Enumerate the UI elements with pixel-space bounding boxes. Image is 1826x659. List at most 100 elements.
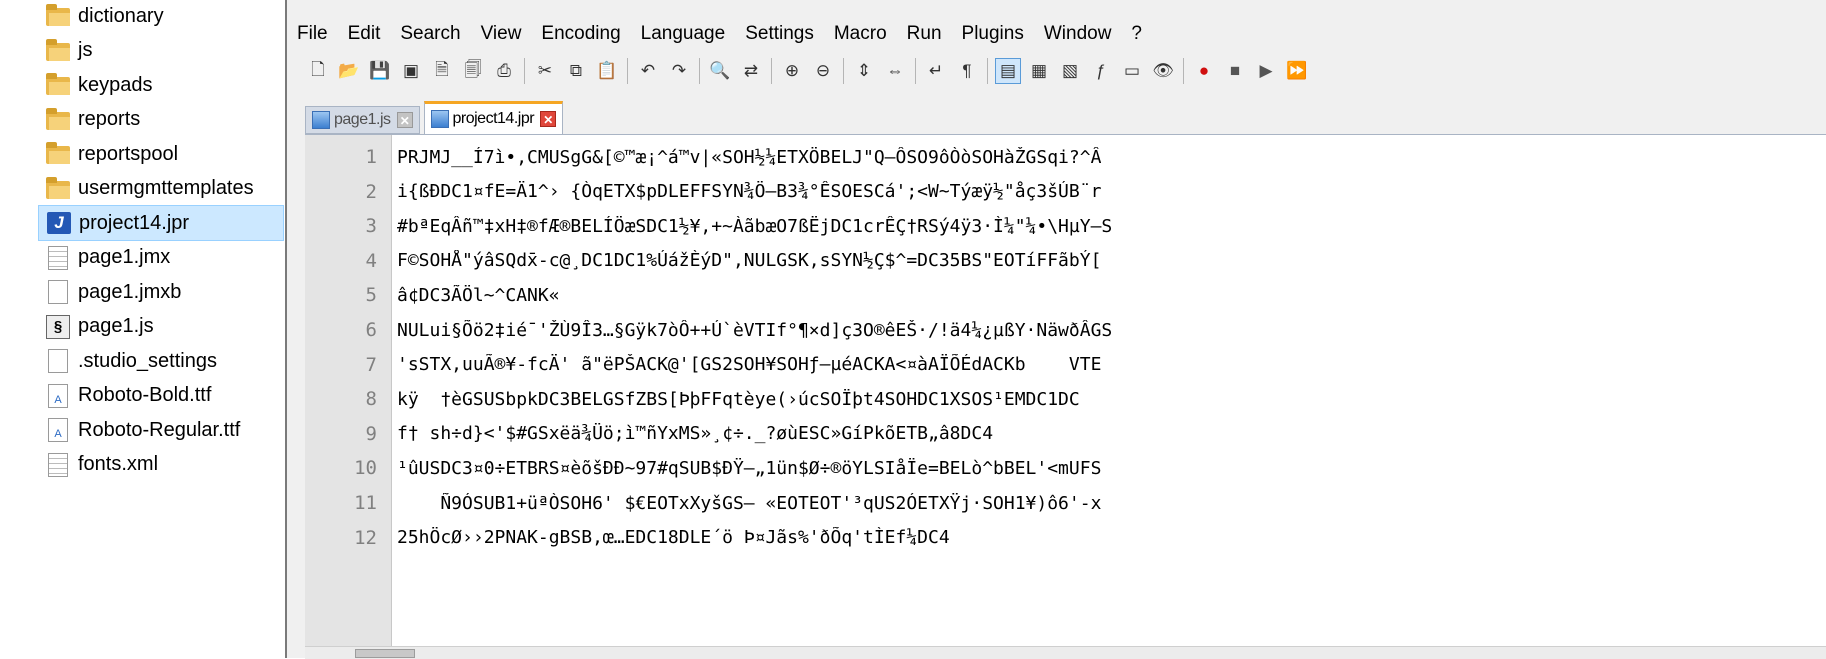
word-wrap-icon[interactable]: ↵ (923, 58, 949, 84)
play-macro-icon[interactable]: ▶ (1253, 58, 1279, 84)
open-file-icon[interactable]: 📂 (336, 58, 362, 84)
file-item[interactable]: usermgmttemplates (46, 171, 282, 207)
line-text: #bªEqÂñ™‡xH‡®fÆ®BELÍÖæSDC1½¥,+~ÀãbæO7ßËj… (397, 215, 1113, 237)
line-text: PRJMJ__Í7ì•,CMUSgG&[©™æ¡^á™v|«SOH½¼ETXÖB… (397, 146, 1102, 168)
menu-bar: File Edit Search View Encoding Language Settin… (287, 22, 1152, 46)
code-line: 1 PRJMJ__Í7ì•,CMUSgG&[©™æ¡^á™v|«SOH½¼ETXÖ… (305, 140, 1826, 174)
code-line: 7 'sSTX,uuÃ®¥-fcÄ' ã"ëPŠACK@'[GS2SOH¥SOHƒ… (305, 348, 1826, 382)
line-number: 1 (365, 146, 377, 168)
undo-icon[interactable]: ↶ (635, 58, 661, 84)
save-icon[interactable]: 💾 (367, 58, 393, 84)
file-item[interactable]: .studio_settings (46, 343, 282, 379)
tab-bar: page1.js ✕ project14.jpr ✕ (305, 100, 567, 134)
line-number: 10 (354, 457, 377, 480)
folder-icon (46, 73, 72, 97)
scrollbar-thumb[interactable] (355, 649, 415, 658)
file-item[interactable]: page1.jmx (46, 240, 282, 276)
file-label: reports (78, 108, 141, 130)
folder-icon (46, 142, 72, 166)
file-item[interactable]: A Roboto-Regular.ttf (46, 412, 282, 448)
monitor-icon[interactable]: 👁 (1150, 58, 1176, 84)
cut-icon[interactable]: ✂ (532, 58, 558, 84)
function-list-icon[interactable]: ƒ (1088, 58, 1114, 84)
show-all-chars-icon[interactable]: ¶ (954, 58, 980, 84)
menu-edit[interactable]: Edit (338, 22, 391, 46)
line-text: 25hÖcØ››2PNAK-gBSB,œ…EDC18DLE´ö Þ¤Jãs%'ð… (397, 527, 950, 549)
file-item[interactable]: keypads (46, 67, 282, 103)
line-text: i{ßÐDC1¤fE=Ä1^› {ÒqETX$pDLEFFSYN¾Ö—B3¾°Ê… (397, 181, 1102, 203)
redo-icon[interactable]: ↷ (666, 58, 692, 84)
editor-area[interactable]: 1 PRJMJ__Í7ì•,CMUSgG&[©™æ¡^á™v|«SOH½¼ETXÖ… (305, 134, 1826, 647)
toolbar-separator (915, 58, 916, 84)
horizontal-scrollbar[interactable] (305, 646, 1826, 659)
record-macro-icon[interactable]: ● (1191, 58, 1217, 84)
file-label: js (78, 39, 93, 61)
code-line: 12 25hÖcØ››2PNAK-gBSB,œ…EDC18DLE´ö Þ¤Jãs%… (305, 521, 1826, 555)
copy-icon[interactable]: ⧉ (563, 58, 589, 84)
print-icon[interactable]: ⎙ (491, 58, 517, 84)
file-label: .studio_settings (78, 349, 217, 372)
line-text: F©SOHÅ"ýâSQdx̄-c@¸DC1DC1%ÚážÈýD",NULGSK,… (397, 250, 1102, 272)
line-number: 9 (365, 422, 377, 445)
font-file-icon: A (46, 418, 72, 442)
font-file-icon: A (46, 383, 72, 408)
file-item[interactable]: Jproject14.jpr (38, 205, 284, 241)
line-text: ¹ûUSDC3¤0÷ETBRS¤èõšÐÐ~97#qSUB$ÐŸ–„1ün$Ø÷… (397, 457, 1102, 479)
tab-project14-jpr[interactable]: project14.jpr ✕ (423, 101, 564, 134)
blank-file-icon (46, 280, 72, 304)
close-all-icon[interactable]: 🗐 (460, 58, 486, 84)
file-item[interactable]: page1.jmxb (46, 274, 282, 310)
line-text: 'sSTX,uuÃ®¥-fcÄ' ã"ëPŠACK@'[GS2SOH¥SOHƒ—… (397, 354, 1102, 376)
folder-workspace-icon[interactable]: ▭ (1119, 58, 1145, 84)
close-tab-icon[interactable]: ✕ (396, 112, 413, 128)
sync-vertical-icon[interactable]: ⇕ (851, 58, 877, 84)
menu-help[interactable]: ? (1121, 22, 1152, 46)
replace-icon[interactable]: ⇄ (738, 58, 764, 84)
zoom-in-icon[interactable]: ⊕ (779, 58, 805, 84)
menu-search[interactable]: Search (390, 22, 470, 46)
tab-page1-js[interactable]: page1.js ✕ (305, 106, 420, 134)
menu-file[interactable]: File (287, 22, 338, 46)
menu-settings[interactable]: Settings (735, 22, 824, 46)
sync-horizontal-icon[interactable]: ⇔ (882, 58, 908, 84)
code-line: 5 â¢DC3ÃÖl~^CANK« (305, 278, 1826, 312)
menu-plugins[interactable]: Plugins (952, 22, 1034, 46)
menu-window[interactable]: Window (1034, 22, 1122, 46)
tab-label: project14.jpr (452, 110, 535, 127)
file-label: page1.jmx (78, 246, 171, 268)
menu-encoding[interactable]: Encoding (531, 22, 630, 46)
file-item[interactable]: reports (46, 102, 282, 138)
line-number: 12 (354, 526, 377, 549)
zoom-out-icon[interactable]: ⊖ (810, 58, 836, 84)
file-tab-icon (430, 110, 449, 128)
close-tab-icon[interactable]: ✕ (540, 111, 557, 127)
file-label: page1.js (78, 315, 154, 337)
line-text: â¢DC3ÃÖl~^CANK« (397, 284, 560, 306)
menu-run[interactable]: Run (897, 22, 952, 46)
line-number: 5 (365, 284, 377, 307)
file-item[interactable]: A Roboto-Bold.ttf (46, 378, 282, 414)
file-item[interactable]: fonts.xml (46, 447, 282, 483)
save-all-icon[interactable]: ▣ (398, 58, 424, 84)
file-item[interactable]: dictionary (46, 0, 282, 34)
file-item[interactable]: reportspool (46, 136, 282, 172)
menu-language[interactable]: Language (631, 22, 736, 46)
folder-icon (46, 4, 72, 28)
indent-guide-icon[interactable]: ▤ (995, 58, 1021, 84)
menu-macro[interactable]: Macro (824, 22, 897, 46)
file-label: usermgmttemplates (78, 177, 254, 199)
file-item[interactable]: § page1.js (46, 309, 282, 345)
file-item[interactable]: js (46, 33, 282, 69)
paste-icon[interactable]: 📋 (594, 58, 620, 84)
tab-label: page1.js (334, 111, 391, 128)
doc-map-icon[interactable]: ▧ (1057, 58, 1083, 84)
run-macro-multiple-icon[interactable]: ⏩ (1284, 58, 1310, 84)
user-language-icon[interactable]: ▦ (1026, 58, 1052, 84)
stop-macro-icon[interactable]: ■ (1222, 58, 1248, 84)
code-line: 9 f† sh÷d}<'$#GSxëä¾Üö;ì™ñYxMS»¸¢÷._?øùES… (305, 417, 1826, 451)
find-icon[interactable]: 🔍 (707, 58, 733, 84)
menu-view[interactable]: View (471, 22, 532, 46)
new-file-icon[interactable]: 🗋 (305, 58, 331, 84)
close-icon[interactable]: 🗎 (429, 58, 455, 84)
file-label: reportspool (78, 142, 179, 165)
